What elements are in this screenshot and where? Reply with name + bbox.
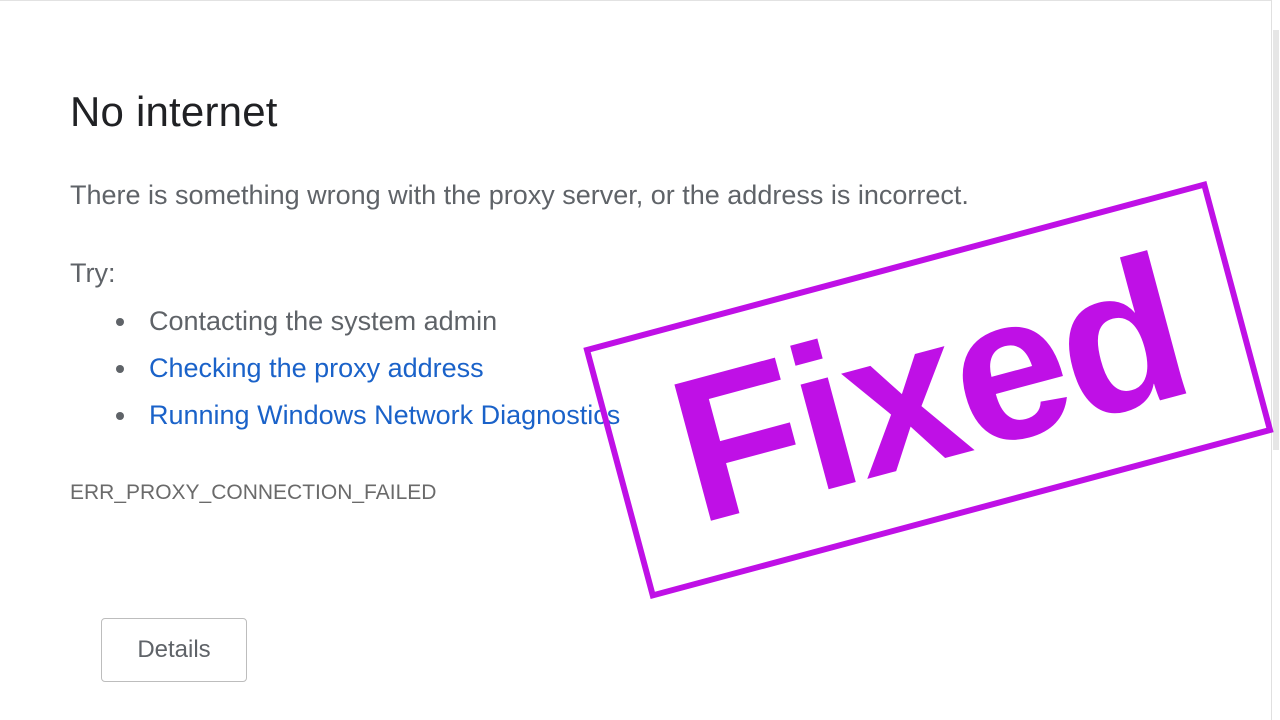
bullet-icon <box>116 365 124 373</box>
suggestion-label: Contacting the system admin <box>149 306 498 336</box>
suggestion-check-proxy[interactable]: Checking the proxy address <box>70 347 620 394</box>
bullet-icon <box>116 412 124 420</box>
error-code: ERR_PROXY_CONNECTION_FAILED <box>70 481 437 504</box>
scrollbar-thumb[interactable] <box>1273 30 1279 450</box>
bullet-icon <box>116 318 124 326</box>
suggestion-run-diagnostics[interactable]: Running Windows Network Diagnostics <box>70 394 620 441</box>
try-label: Try: <box>70 258 116 288</box>
details-button[interactable]: Details <box>101 618 247 682</box>
check-proxy-link[interactable]: Checking the proxy address <box>149 353 484 383</box>
suggestion-contact-admin: Contacting the system admin <box>70 300 620 347</box>
vertical-scrollbar[interactable] <box>1271 0 1280 720</box>
page-title: No internet <box>70 88 278 135</box>
error-message: There is something wrong with the proxy … <box>70 180 969 210</box>
network-diagnostics-link[interactable]: Running Windows Network Diagnostics <box>149 400 620 430</box>
suggestions-list: Contacting the system admin Checking the… <box>70 300 620 441</box>
